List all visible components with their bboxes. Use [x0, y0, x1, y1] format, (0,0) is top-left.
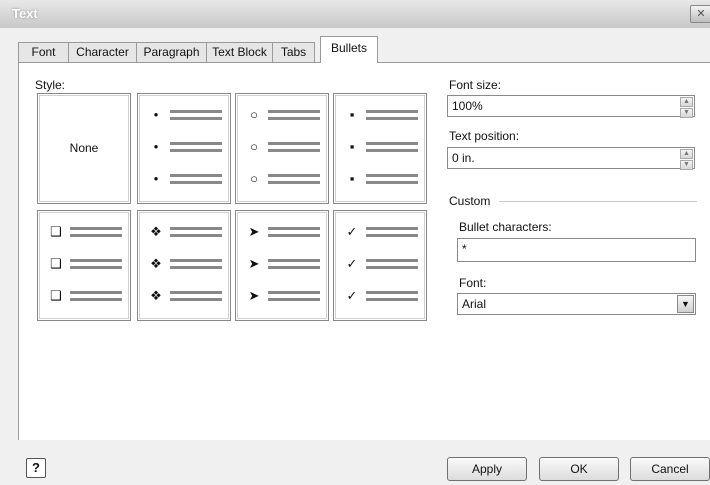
title-bar: Text ✕ [0, 0, 710, 28]
text-position-field[interactable]: 0 in. ▲ ▼ [447, 147, 695, 170]
style-option-circle[interactable]: ○ ○ ○ [235, 93, 329, 204]
custom-group-divider [499, 201, 697, 202]
bullet-circle-icon: ○ [250, 139, 258, 154]
tab-bullets[interactable]: Bullets [320, 36, 378, 63]
help-icon[interactable]: ? [26, 458, 46, 478]
font-label: Font: [459, 276, 487, 290]
bullet-characters-label: Bullet characters: [459, 220, 552, 234]
bullet-circle-icon: ○ [250, 171, 258, 186]
style-option-bullet[interactable]: • • • [137, 93, 231, 204]
font-size-value: 100% [452, 99, 483, 113]
spin-up-icon[interactable]: ▲ [680, 149, 693, 159]
style-option-box[interactable]: ❑ ❑ ❑ [37, 210, 131, 321]
bullet-check-icon: ✓ [346, 256, 358, 271]
font-size-label: Font size: [449, 78, 502, 92]
bullet-dot-icon: • [153, 107, 159, 122]
bullet-diamond-icon: ❖ [150, 288, 162, 303]
style-option-square[interactable]: ▪ ▪ ▪ [333, 93, 427, 204]
custom-group-label: Custom [449, 194, 491, 208]
bullet-dot-icon: • [153, 171, 159, 186]
bullet-arrow-icon: ➤ [248, 256, 260, 271]
bullet-box-icon: ❑ [50, 224, 62, 239]
bullet-arrow-icon: ➤ [248, 288, 260, 303]
tab-paragraph[interactable]: Paragraph [136, 42, 207, 62]
text-dialog: Text ✕ Font Character Paragraph Text Blo… [0, 0, 710, 485]
ok-button[interactable]: OK [539, 457, 619, 481]
window-title: Text [12, 6, 38, 21]
text-position-spinner[interactable]: ▲ ▼ [680, 149, 693, 170]
none-label: None [69, 141, 99, 155]
button-bar: ? Apply OK Cancel [0, 440, 710, 485]
font-size-spinner[interactable]: ▲ ▼ [680, 97, 693, 118]
text-position-label: Text position: [449, 129, 520, 143]
chevron-down-icon[interactable]: ▼ [677, 295, 694, 313]
cancel-button[interactable]: Cancel [630, 457, 710, 481]
style-option-none[interactable]: None [37, 93, 131, 204]
spin-down-icon[interactable]: ▼ [680, 160, 693, 170]
font-select-value: Arial [462, 297, 487, 311]
bullet-arrow-icon: ➤ [248, 224, 260, 239]
bullet-dot-icon: • [153, 139, 159, 154]
bullet-box-icon: ❑ [50, 288, 62, 303]
bullet-characters-input[interactable]: * [457, 238, 696, 262]
style-label: Style: [35, 78, 66, 92]
bullet-style-gallery: None • • • ○ ○ ○ ▪ ▪ ▪ ❑ ❑ ❑ ❖ ❖ ❖ ➤ ➤ ➤… [37, 93, 433, 323]
bullet-check-icon: ✓ [346, 224, 358, 239]
close-icon[interactable]: ✕ [690, 5, 710, 23]
bullet-characters-value: * [462, 242, 467, 256]
tab-character[interactable]: Character [68, 42, 137, 62]
bullet-box-icon: ❑ [50, 256, 62, 271]
bullet-square-icon: ▪ [349, 171, 355, 186]
tab-tabs[interactable]: Tabs [272, 42, 315, 62]
bullet-diamond-icon: ❖ [150, 256, 162, 271]
bullet-square-icon: ▪ [349, 107, 355, 122]
font-size-field[interactable]: 100% ▲ ▼ [447, 95, 695, 118]
bullet-square-icon: ▪ [349, 139, 355, 154]
tab-text-block[interactable]: Text Block [206, 42, 273, 62]
spin-up-icon[interactable]: ▲ [680, 97, 693, 107]
text-position-value: 0 in. [452, 151, 475, 165]
style-option-arrow[interactable]: ➤ ➤ ➤ [235, 210, 329, 321]
bullet-circle-icon: ○ [250, 107, 258, 122]
bullets-panel: Style: None • • • ○ ○ ○ ▪ ▪ ▪ ❑ ❑ ❑ ❖ ❖ … [18, 62, 710, 441]
tab-font[interactable]: Font [18, 42, 69, 62]
bullet-check-icon: ✓ [346, 288, 358, 303]
style-option-check[interactable]: ✓ ✓ ✓ [333, 210, 427, 321]
apply-button[interactable]: Apply [447, 457, 527, 481]
style-option-diamond[interactable]: ❖ ❖ ❖ [137, 210, 231, 321]
font-select[interactable]: Arial ▼ [457, 293, 696, 315]
bullet-diamond-icon: ❖ [150, 224, 162, 239]
spin-down-icon[interactable]: ▼ [680, 108, 693, 118]
